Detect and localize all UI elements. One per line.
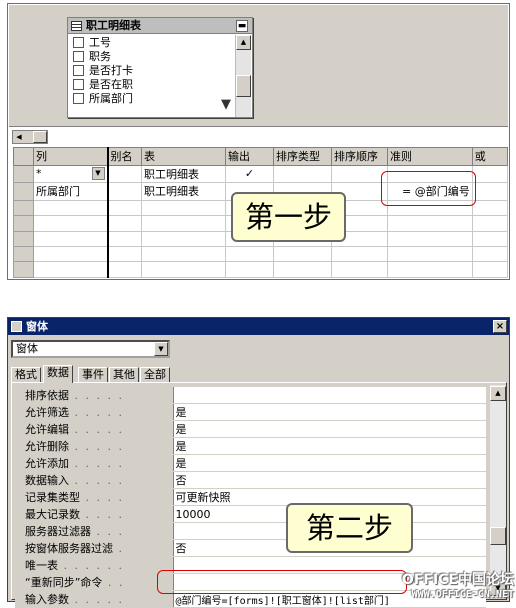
table-icon	[71, 21, 82, 31]
property-value[interactable]: 否	[172, 471, 486, 489]
scroll-up-icon[interactable]: ▲	[236, 35, 251, 50]
horizontal-scrollbar[interactable]: ◀	[12, 130, 48, 144]
checkbox-icon[interactable]	[73, 37, 84, 48]
minimize-icon[interactable]: ▬	[236, 20, 248, 32]
watermark-url: WWW.OFFICE-CN.NET	[411, 589, 514, 600]
property-value[interactable]: 是	[172, 420, 486, 438]
field-item[interactable]: 是否在职	[72, 78, 227, 92]
window-title[interactable]: 窗体	[8, 318, 509, 335]
property-scrollbar[interactable]: ▲ ▼	[490, 385, 506, 597]
tab-all[interactable]: 全部	[140, 367, 170, 382]
property-row[interactable]: 最大记录数 . . . . 10000	[15, 505, 486, 523]
checkbox-icon[interactable]	[73, 51, 84, 62]
scroll-thumb[interactable]	[236, 75, 251, 97]
field-item[interactable]: 所属部门	[72, 92, 227, 106]
tab-format[interactable]: 格式	[11, 367, 41, 382]
scroll-thumb[interactable]	[490, 527, 506, 545]
tab-event[interactable]: 事件	[78, 367, 108, 382]
criteria-highlight	[381, 171, 476, 206]
property-value[interactable]: 是	[172, 454, 486, 472]
property-sheet: 排序依据 . . . . . 允许筛选 . . . . .是 允许编辑 . . …	[11, 382, 507, 608]
property-row[interactable]: 允许编辑 . . . . .是	[15, 420, 486, 438]
property-row[interactable]: 按窗体服务器过滤 .否	[15, 539, 486, 557]
header-column: 列	[33, 147, 109, 166]
header-sort-order: 排序顺序	[331, 147, 388, 166]
field-list-title[interactable]: 职工明细表	[68, 18, 252, 34]
watermark-title: OFFICE中国论坛	[401, 572, 514, 588]
header-sort-type: 排序类型	[273, 147, 332, 166]
property-row[interactable]: 数据输入 . . . . .否	[15, 471, 486, 489]
step-one-callout: 第一步	[231, 192, 346, 242]
property-row[interactable]: 允许筛选 . . . . .是	[15, 403, 486, 421]
property-row[interactable]: 服务器过滤器 . . .	[15, 522, 486, 540]
step-two-callout: 第二步	[286, 503, 413, 553]
output-checkmark[interactable]: ✓	[225, 164, 274, 184]
property-row[interactable]: 允许删除 . . . . .是	[15, 437, 486, 455]
row-selector[interactable]	[13, 147, 34, 166]
close-icon[interactable]: ×	[493, 320, 507, 333]
properties-window: 窗体 × 窗体 ▼ 格式 数据 事件 其他 全部 排序依据 . . . . . …	[7, 317, 510, 608]
alias-cell[interactable]	[107, 182, 142, 201]
checkbox-icon[interactable]	[73, 93, 84, 104]
property-row[interactable]: 允许添加 . . . . .是	[15, 454, 486, 472]
header-alias: 别名	[107, 147, 142, 166]
field-list-window[interactable]: 职工明细表 ▬ 工号 职务 是否打卡 是否在职 所属部门 ▲ ▼	[67, 17, 253, 118]
field-item[interactable]: 职务	[72, 50, 227, 64]
property-value[interactable]: 是	[172, 437, 486, 455]
scroll-thumb[interactable]	[33, 131, 47, 143]
row-selector[interactable]	[13, 182, 34, 201]
scroll-left-icon[interactable]: ◀	[13, 131, 25, 143]
column-cell[interactable]: * ▼	[33, 164, 109, 184]
alias-cell[interactable]	[107, 164, 142, 184]
field-item[interactable]: 工号	[72, 36, 227, 50]
property-row[interactable]: 排序依据 . . . . .	[15, 387, 486, 404]
tab-data[interactable]: 数据	[43, 365, 73, 383]
properties-icon	[11, 321, 22, 332]
table-row[interactable]	[13, 261, 509, 278]
dropdown-arrow-icon[interactable]: ▼	[154, 342, 168, 356]
field-list-scrollbar[interactable]: ▲	[235, 35, 251, 117]
checkbox-icon[interactable]	[73, 79, 84, 90]
table-cell[interactable]: 职工明细表	[141, 182, 226, 201]
sort-type-cell[interactable]	[273, 164, 332, 184]
sort-order-cell[interactable]	[331, 164, 388, 184]
or-cell[interactable]	[471, 164, 509, 184]
checkbox-icon[interactable]	[73, 65, 84, 76]
table-cell[interactable]: 职工明细表	[141, 164, 226, 184]
tab-other[interactable]: 其他	[109, 367, 139, 382]
table-pane: 职工明细表 ▬ 工号 职务 是否打卡 是否在职 所属部门 ▲ ▼	[9, 5, 508, 127]
column-cell[interactable]: 所属部门	[33, 182, 109, 201]
property-value[interactable]: 是	[172, 403, 486, 421]
input-parameter-highlight	[157, 570, 407, 594]
dropdown-arrow-icon[interactable]: ▼	[91, 167, 105, 181]
filter-icon[interactable]: ▼	[221, 98, 235, 112]
header-table: 表	[141, 147, 226, 166]
or-cell[interactable]	[471, 182, 509, 201]
row-selector[interactable]	[13, 164, 34, 184]
property-row[interactable]: 记录集类型 . . . . 可更新快照	[15, 488, 486, 506]
header-output: 输出	[225, 147, 274, 166]
property-value[interactable]	[172, 387, 486, 404]
field-item[interactable]: 是否打卡	[72, 64, 227, 78]
scroll-up-icon[interactable]: ▲	[490, 386, 506, 401]
object-selector[interactable]: 窗体 ▼	[11, 340, 170, 358]
watermark: OFFICE中国论坛 WWW.OFFICE-CN.NET	[388, 571, 514, 605]
table-row[interactable]	[13, 245, 509, 263]
header-criteria: 准则	[387, 147, 473, 166]
grid-header-row: 列 别名 表 输出 排序类型 排序顺序 准则 或	[13, 147, 509, 166]
header-or: 或	[471, 147, 509, 166]
